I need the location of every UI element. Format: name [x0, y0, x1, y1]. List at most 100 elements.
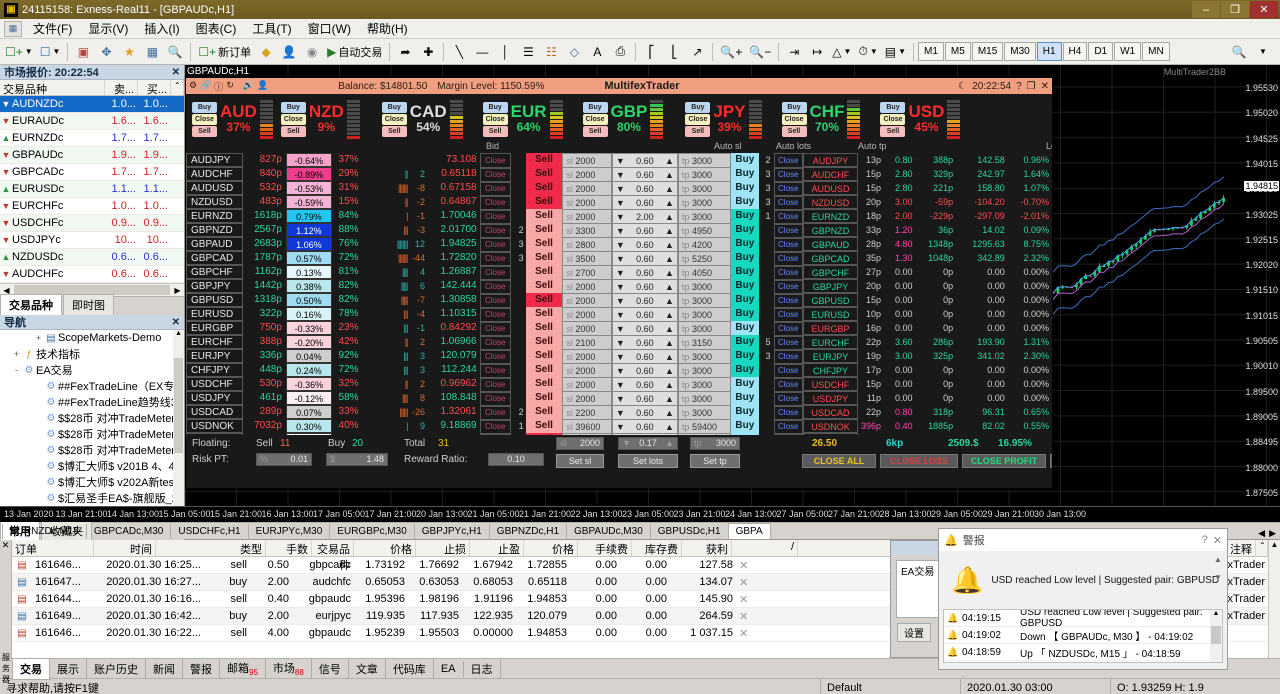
buy-button-JPY[interactable]: Buy	[685, 101, 711, 113]
lots-dec-icon[interactable]: ▼	[622, 437, 631, 450]
orders-col-8[interactable]: 价格	[524, 540, 578, 556]
shapes-icon[interactable]: ◇	[563, 41, 585, 63]
chart-tab-EURNZDc,M15[interactable]: EURNZDc,M15	[2, 524, 86, 539]
new-chart-icon[interactable]: ☐+ ▼	[2, 41, 36, 63]
dropdown-icon[interactable]: ▼	[1252, 41, 1274, 63]
maximize-button[interactable]: ❐	[1221, 1, 1249, 18]
chart-tab-GBPJPYc,H1[interactable]: GBPJPYc,H1	[413, 524, 489, 539]
ea-pair-row[interactable]: GBPJPY 1442p 0.38% 82% ||||| 6 142.444 Close Sel…	[186, 279, 1052, 295]
sell-button[interactable]: Sell	[525, 293, 563, 307]
sell-button[interactable]: Sell	[525, 321, 563, 335]
buy-button[interactable]: Buy	[731, 335, 759, 349]
menu-item-4[interactable]: 工具(T)	[244, 18, 299, 39]
tree-expander-icon[interactable]: +	[33, 333, 44, 343]
buy-button[interactable]: Buy	[731, 251, 759, 265]
horizontal-line-icon[interactable]: —	[471, 41, 493, 63]
alerts-message-scroll[interactable]: ▲ ▼	[1211, 555, 1225, 605]
buy-button[interactable]: Buy	[731, 405, 759, 419]
market-watch-icon[interactable]: ▣	[72, 41, 94, 63]
autotrading-button[interactable]: ▶ 自动交易	[324, 41, 385, 63]
alert-item[interactable]: 🔔 04:19:15 USD reached Low level | Suggest…	[944, 610, 1222, 629]
zoom-in-icon[interactable]: 🔍+	[717, 41, 745, 63]
buy-button[interactable]: Buy	[731, 419, 759, 433]
scroll-thumb[interactable]	[174, 358, 183, 453]
terminal-tab-市场[interactable]: 市场88	[266, 657, 312, 680]
chart-tab-GBPA[interactable]: GBPA	[727, 523, 771, 539]
ea-restore-button[interactable]: ❐	[1027, 81, 1036, 92]
footer-tp-field[interactable]: tp 3000	[690, 437, 740, 450]
close-button-GBP[interactable]: Close	[582, 113, 608, 125]
orders-col-6[interactable]: 止损	[416, 540, 470, 556]
sell-button[interactable]: Sell	[525, 377, 563, 391]
ea-pair-row[interactable]: GBPCAD 1787p 0.57% 72% ||||||| -44 1.72820 Clos…	[186, 251, 1052, 267]
line-chart-icon[interactable]: ↗	[686, 41, 708, 63]
sell-button-EUR[interactable]: Sell	[482, 125, 508, 137]
market-watch-col-0[interactable]: 交易品种	[0, 80, 106, 96]
buy-button-CHF[interactable]: Buy	[781, 101, 807, 113]
sell-button[interactable]: Sell	[525, 349, 563, 363]
text-icon[interactable]: A	[586, 41, 608, 63]
timeframe-h4[interactable]: H4	[1062, 42, 1088, 61]
menu-item-0[interactable]: 文件(F)	[25, 18, 80, 39]
profiles-icon[interactable]: ☐ ▼	[37, 41, 64, 63]
buy-button[interactable]: Buy	[731, 307, 759, 321]
lots-dec-icon[interactable]: ▼	[616, 294, 625, 308]
chart-tab-EURJPYc,M30[interactable]: EURJPYc,M30	[247, 524, 330, 539]
sell-button-CAD[interactable]: Sell	[381, 125, 407, 137]
lots-inc-icon[interactable]: ▲	[665, 437, 674, 450]
market-watch-col-2[interactable]: 买...	[138, 80, 171, 96]
chart-tabs-nav[interactable]: ◀ ▶	[1258, 528, 1280, 539]
buy-button[interactable]: Buy	[731, 237, 759, 251]
buy-button[interactable]: Buy	[731, 181, 759, 195]
lots-dec-icon[interactable]: ▼	[616, 322, 625, 336]
buy-button[interactable]: Buy	[731, 223, 759, 237]
lots-dec-icon[interactable]: ▼	[616, 350, 625, 364]
alerts-window[interactable]: 🔔 警报 ? ✕ 🔔 USD reached Low level | Sugge…	[938, 528, 1228, 670]
close-button-EUR[interactable]: Close	[482, 113, 508, 125]
sell-button[interactable]: Sell	[525, 363, 563, 377]
lots-inc-icon[interactable]: ▲	[665, 308, 674, 322]
lots-inc-icon[interactable]: ▲	[665, 392, 674, 406]
lots-inc-icon[interactable]: ▲	[665, 210, 674, 224]
lots-dec-icon[interactable]: ▼	[616, 154, 625, 168]
sell-button[interactable]: Sell	[525, 335, 563, 349]
lots-dec-icon[interactable]: ▼	[616, 406, 625, 420]
market-watch-row[interactable]: ▼ AUDNZDc 1.0... 1.0...	[0, 96, 184, 113]
sell-button[interactable]: Sell	[525, 251, 563, 265]
fibonacci-icon[interactable]: ☷	[540, 41, 562, 63]
lots-dec-icon[interactable]: ▼	[616, 280, 625, 294]
currency-card-CAD[interactable]: Buy Close Sell CAD 54%	[381, 97, 463, 141]
market-watch-row[interactable]: ▲ NZDUSDc 0.6... 0.6...	[0, 249, 184, 266]
terminal-tab-文章[interactable]: 文章	[349, 658, 386, 679]
timeframe-h1[interactable]: H1	[1036, 42, 1062, 61]
alert-item[interactable]: 🔔 04:18:59 Up 「 NZDUSDc, M15 」 - 04:18:59	[944, 644, 1222, 661]
lots-dec-icon[interactable]: ▼	[616, 266, 625, 280]
orders-col-12[interactable]: /	[732, 540, 798, 556]
window-controls[interactable]: – ❐ ✕	[1191, 1, 1278, 18]
navigator-row[interactable]: + ▤ ScopeMarkets-Demo	[0, 330, 184, 346]
chart-tab-GBPNZDc,H1[interactable]: GBPNZDc,H1	[488, 524, 566, 539]
close-icon[interactable]: ✕	[172, 67, 180, 78]
risk-usd-field[interactable]: $ 1.48	[326, 453, 388, 466]
mql-community-icon[interactable]: ◉	[301, 41, 323, 63]
sell-button-GBP[interactable]: Sell	[582, 125, 608, 137]
buy-button-USD[interactable]: Buy	[880, 101, 906, 113]
currency-card-CHF[interactable]: Buy Close Sell CHF 70%	[781, 97, 861, 141]
footer-sl-field[interactable]: sl 2000	[556, 437, 604, 450]
lots-dec-icon[interactable]: ▼	[616, 308, 625, 322]
cursor-icon[interactable]: ➦	[394, 41, 416, 63]
menu-item-6[interactable]: 帮助(H)	[359, 18, 416, 39]
orders-col-1[interactable]: 时间	[94, 540, 156, 556]
market-watch-row[interactable]: ▼ GBPCADc 1.7... 1.7...	[0, 164, 184, 181]
orders-col-3[interactable]: 手数	[266, 540, 312, 556]
market-watch-scroll-corner[interactable]: ⌃	[171, 80, 184, 95]
vertical-line-icon[interactable]: │	[494, 41, 516, 63]
ea-pair-row[interactable]: EURUSD 322p 0.16% 78% ||| -4 1.10315 Close Sell s…	[186, 307, 1052, 323]
set-lots-button[interactable]: Set lots	[618, 454, 678, 468]
search-icon[interactable]: 🔍	[1228, 41, 1250, 63]
navigator-row[interactable]: - ⚙ EA交易	[0, 362, 184, 378]
market-watch-row[interactable]: ▼ EURAUDc 1.6... 1.6...	[0, 113, 184, 130]
lots-inc-icon[interactable]: ▲	[665, 238, 674, 252]
data-window-icon[interactable]: ✥	[95, 41, 117, 63]
market-watch-row[interactable]: ▲ EURUSDc 1.1... 1.1...	[0, 181, 184, 198]
